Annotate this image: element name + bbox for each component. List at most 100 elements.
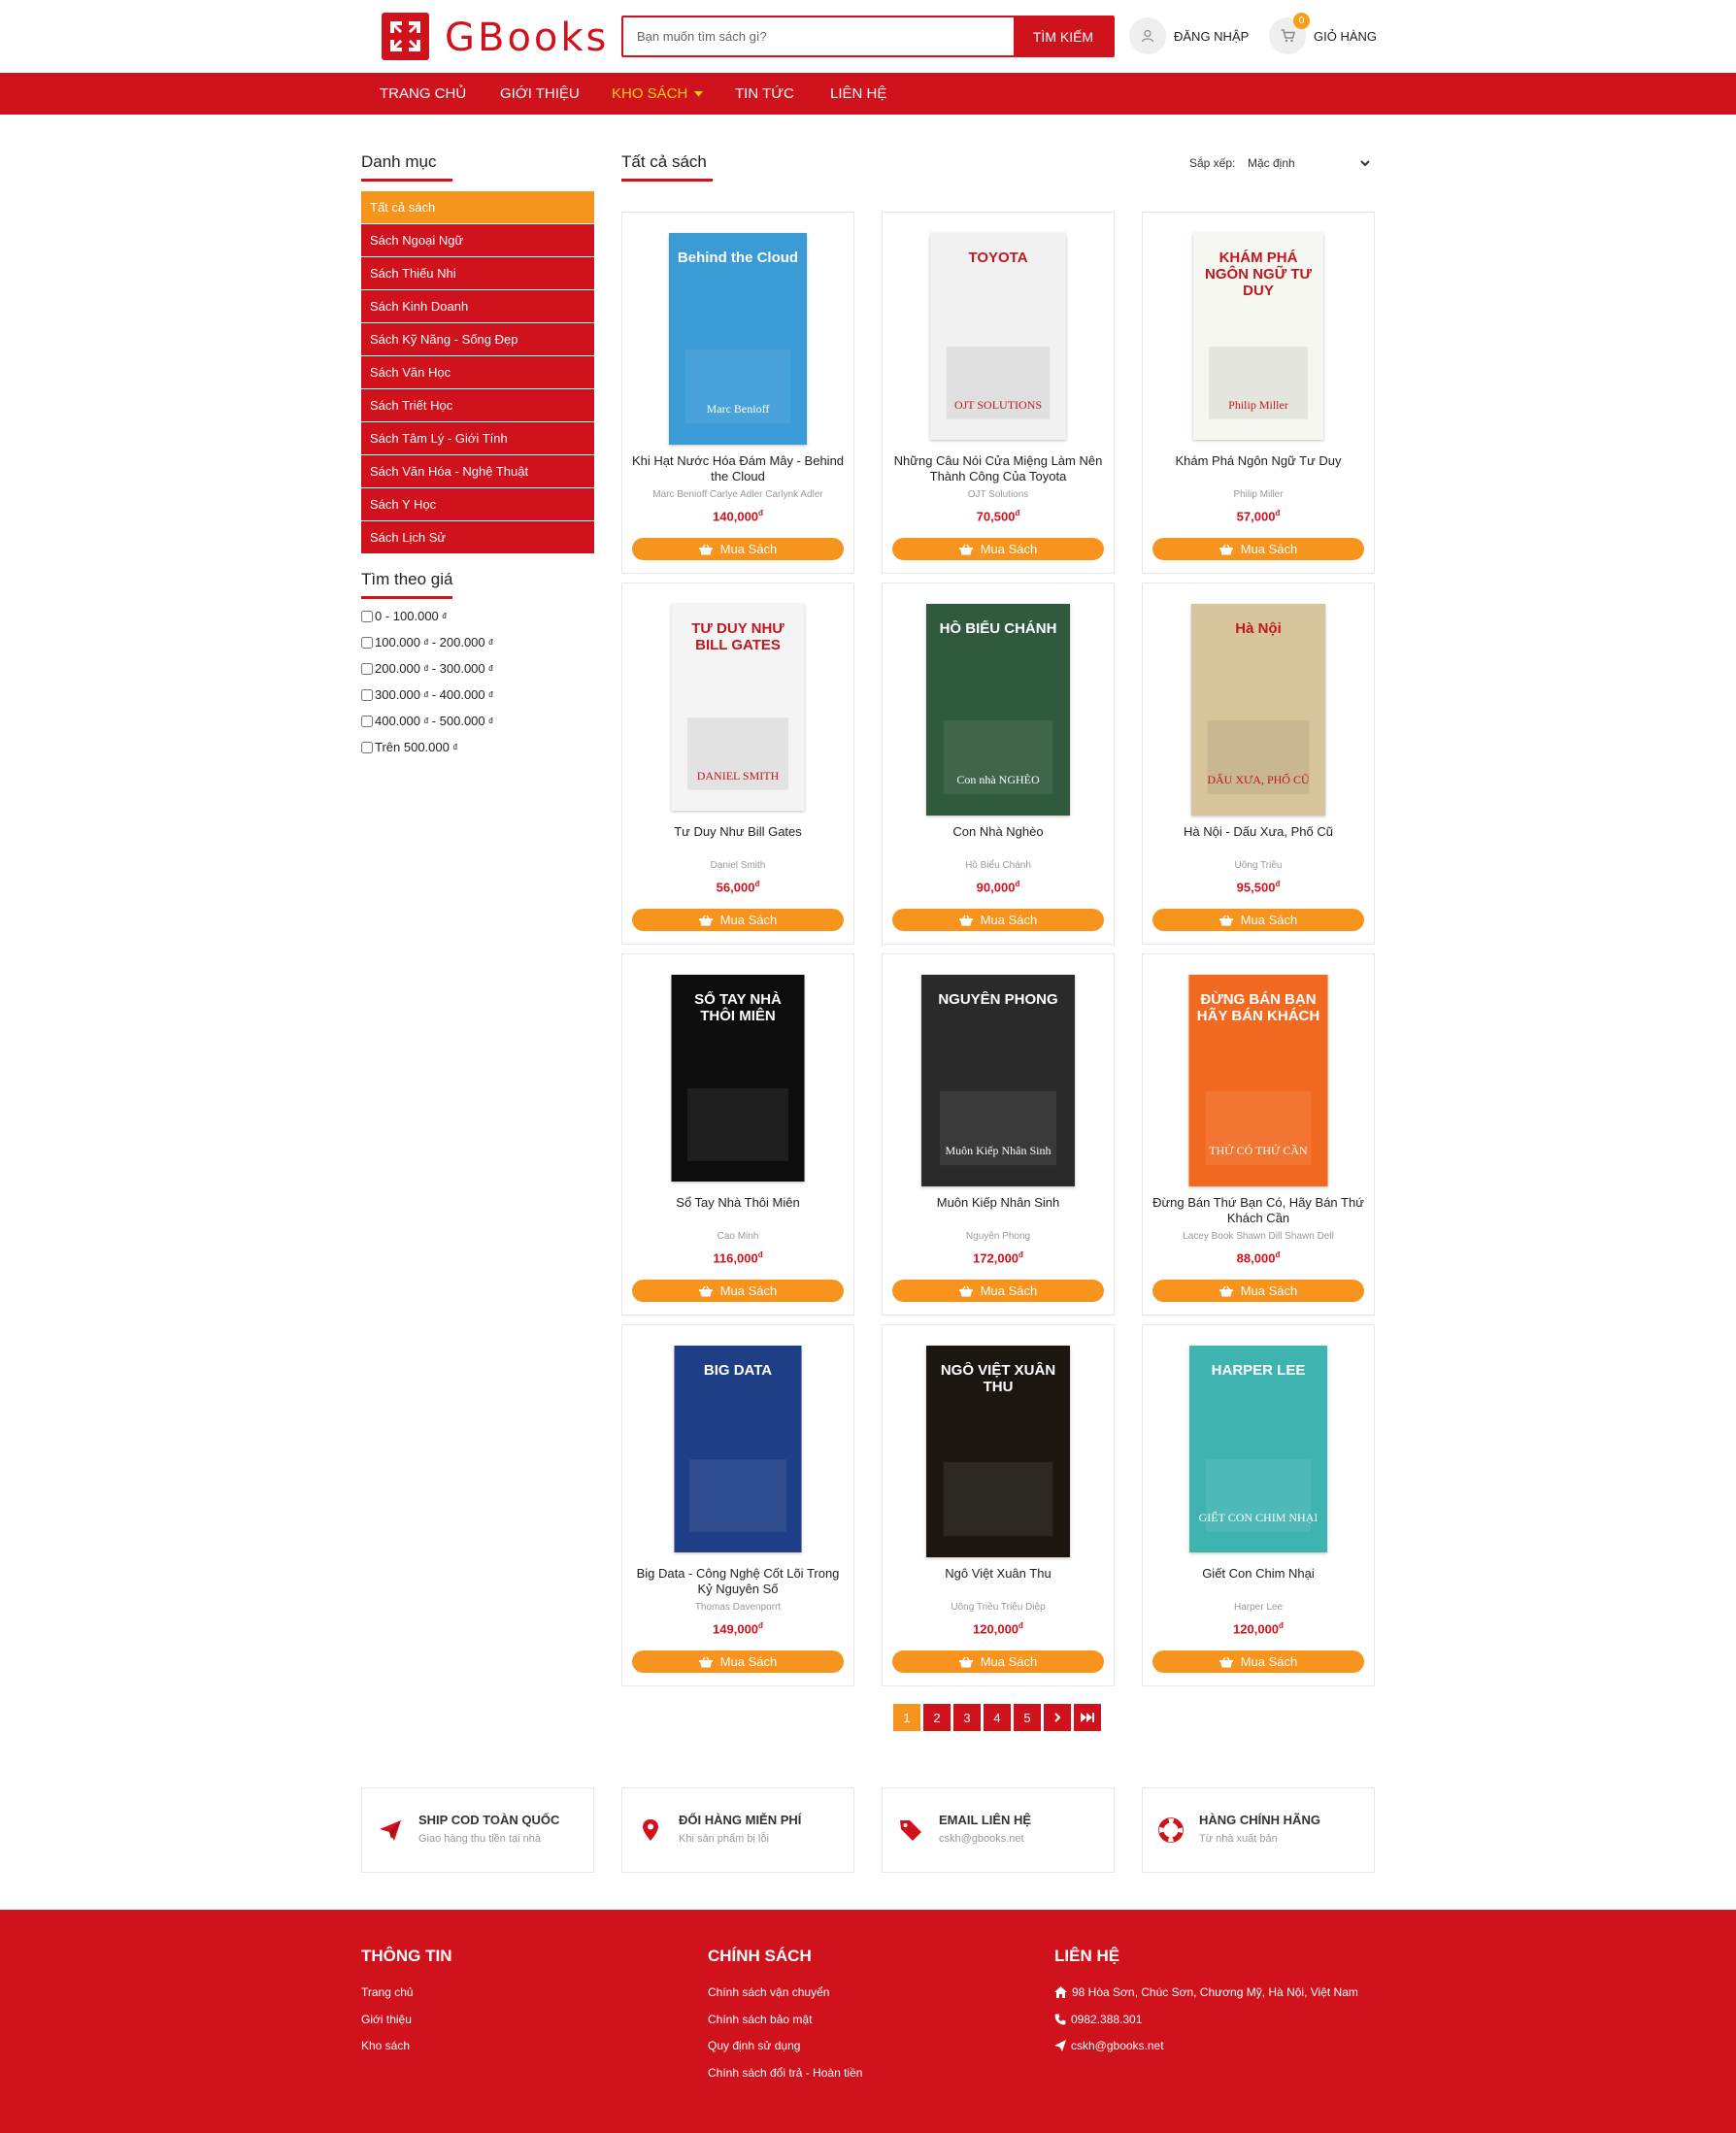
price-range-option[interactable]: 100.000 đ - 200.000 đ bbox=[361, 635, 493, 650]
product-card[interactable]: TOYOTA OJT SOLUTIONS Những Câu Nói Cửa Miệ… bbox=[882, 212, 1115, 574]
footer-link-shipping[interactable]: Chính sách vận chuyển bbox=[708, 1985, 829, 1999]
price-range-option[interactable]: Trên 500.000 đ bbox=[361, 740, 457, 754]
logo-text[interactable]: GBooks bbox=[445, 16, 609, 60]
product-card[interactable]: HỒ BIỂU CHÁNH Con nhà NGHÈO Con Nhà Nghèo H… bbox=[882, 583, 1115, 945]
nav-news[interactable]: TIN TỨC bbox=[735, 73, 794, 115]
product-title[interactable]: Hà Nội - Dấu Xưa, Phố Cũ bbox=[1151, 824, 1366, 840]
footer-policy-title: CHÍNH SÁCH bbox=[708, 1947, 812, 1965]
price-range-option[interactable]: 200.000 đ - 300.000 đ bbox=[361, 661, 493, 676]
book-cover-image[interactable]: NGÔ VIỆT XUÂN THU bbox=[926, 1346, 1070, 1557]
book-cover-image[interactable]: SỔ TAY NHÀ THÔI MIÊN bbox=[671, 975, 805, 1182]
buy-button[interactable]: Mua Sách bbox=[632, 1280, 844, 1302]
next-page-button[interactable] bbox=[1044, 1704, 1071, 1731]
buy-button[interactable]: Mua Sách bbox=[632, 538, 844, 560]
price-checkbox[interactable] bbox=[361, 662, 373, 675]
footer-link-refund[interactable]: Chính sách đổi trả - Hoàn tiền bbox=[708, 2066, 862, 2080]
product-card[interactable]: SỔ TAY NHÀ THÔI MIÊN Sổ Tay Nhà Thôi Miên… bbox=[621, 953, 854, 1316]
product-card[interactable]: Behind the Cloud Marc Benioff Khi Hạt Nước… bbox=[621, 212, 854, 574]
category-item[interactable]: Sách Lịch Sử bbox=[361, 521, 594, 553]
product-card[interactable]: NGÔ VIỆT XUÂN THU Ngô Việt Xuân Thu Uông T… bbox=[882, 1324, 1115, 1686]
book-cover-image[interactable]: KHÁM PHÁ NGÔN NGỮ TƯ DUY Philip Miller bbox=[1193, 233, 1323, 440]
product-card[interactable]: TƯ DUY NHƯ BILL GATES DANIEL SMITH Tư Duy … bbox=[621, 583, 854, 945]
buy-button[interactable]: Mua Sách bbox=[1152, 1650, 1364, 1673]
product-title[interactable]: Khám Phá Ngôn Ngữ Tư Duy bbox=[1151, 453, 1366, 469]
buy-button[interactable]: Mua Sách bbox=[892, 1650, 1104, 1673]
product-title[interactable]: Ngô Việt Xuân Thu bbox=[890, 1566, 1106, 1582]
price-range-option[interactable]: 0 - 100.000 đ bbox=[361, 609, 447, 623]
cart-button[interactable]: 0 GIỎ HÀNG bbox=[1269, 13, 1377, 54]
sort-select[interactable]: Mặc định bbox=[1244, 150, 1373, 176]
footer-link-books[interactable]: Kho sách bbox=[361, 2039, 410, 2052]
category-item[interactable]: Sách Y Học bbox=[361, 488, 594, 520]
footer-link-privacy[interactable]: Chính sách bảo mật bbox=[708, 2013, 812, 2026]
book-cover-image[interactable]: BIG DATA bbox=[674, 1346, 802, 1552]
category-item[interactable]: Sách Tâm Lý - Giới Tính bbox=[361, 422, 594, 454]
book-cover-image[interactable]: TOYOTA OJT SOLUTIONS bbox=[930, 233, 1066, 440]
buy-button[interactable]: Mua Sách bbox=[892, 538, 1104, 560]
page-2[interactable]: 2 bbox=[923, 1704, 951, 1731]
footer-email[interactable]: cskh@gbooks.net bbox=[1054, 2039, 1164, 2052]
book-cover-image[interactable]: HỒ BIỂU CHÁNH Con nhà NGHÈO bbox=[926, 604, 1070, 816]
product-card[interactable]: NGUYÊN PHONG Muôn Kiếp Nhân Sinh Muôn Kiếp… bbox=[882, 953, 1115, 1316]
footer-link-about[interactable]: Giới thiệu bbox=[361, 2013, 412, 2026]
price-checkbox[interactable] bbox=[361, 636, 373, 649]
product-card[interactable]: Hà Nội DẤU XƯA, PHỐ CŨ Hà Nội - Dấu Xưa, P… bbox=[1142, 583, 1375, 945]
nav-home[interactable]: TRANG CHỦ bbox=[380, 73, 466, 115]
nav-bookstore[interactable]: KHO SÁCH bbox=[612, 73, 703, 115]
buy-button[interactable]: Mua Sách bbox=[892, 1280, 1104, 1302]
page-1[interactable]: 1 bbox=[893, 1704, 920, 1731]
page-4[interactable]: 4 bbox=[984, 1704, 1011, 1731]
logo-icon[interactable] bbox=[382, 13, 429, 60]
category-item[interactable]: Sách Kỹ Năng - Sống Đẹp bbox=[361, 323, 594, 355]
buy-button[interactable]: Mua Sách bbox=[632, 1650, 844, 1673]
product-title[interactable]: Khi Hạt Nước Hóa Đám Mây - Behind the Cl… bbox=[630, 453, 846, 484]
footer-phone[interactable]: 0982.388.301 bbox=[1054, 2013, 1142, 2026]
buy-button[interactable]: Mua Sách bbox=[892, 909, 1104, 931]
book-cover-image[interactable]: TƯ DUY NHƯ BILL GATES DANIEL SMITH bbox=[671, 604, 805, 811]
footer-link-home[interactable]: Trang chủ bbox=[361, 1985, 414, 1999]
book-cover-image[interactable]: NGUYÊN PHONG Muôn Kiếp Nhân Sinh bbox=[921, 975, 1075, 1186]
nav-contact[interactable]: LIÊN HỆ bbox=[830, 73, 886, 115]
book-cover-image[interactable]: Behind the Cloud Marc Benioff bbox=[669, 233, 807, 445]
category-all[interactable]: Tất cả sách bbox=[361, 191, 594, 223]
book-cover-image[interactable]: HARPER LEE GIẾT CON CHIM NHẠI bbox=[1189, 1346, 1327, 1552]
book-cover-image[interactable]: ĐỪNG BÁN BẠN HÃY BÁN KHÁCH THỨ CÓ THỨ CẦN bbox=[1188, 975, 1328, 1186]
product-title[interactable]: Tư Duy Như Bill Gates bbox=[630, 824, 846, 840]
product-card[interactable]: BIG DATA Big Data - Công Nghệ Cốt Lõi Tro… bbox=[621, 1324, 854, 1686]
buy-button[interactable]: Mua Sách bbox=[632, 909, 844, 931]
price-checkbox[interactable] bbox=[361, 610, 373, 622]
product-title[interactable]: Những Câu Nói Cửa Miệng Làm Nên Thành Cô… bbox=[890, 453, 1106, 484]
search-input[interactable] bbox=[623, 17, 1014, 55]
page-5[interactable]: 5 bbox=[1014, 1704, 1041, 1731]
price-range-option[interactable]: 300.000 đ - 400.000 đ bbox=[361, 687, 493, 702]
price-checkbox[interactable] bbox=[361, 715, 373, 727]
page-3[interactable]: 3 bbox=[953, 1704, 981, 1731]
last-page-button[interactable] bbox=[1074, 1704, 1101, 1731]
login-button[interactable]: ĐĂNG NHẬP bbox=[1129, 17, 1249, 54]
category-item[interactable]: Sách Triết Học bbox=[361, 389, 594, 421]
buy-button[interactable]: Mua Sách bbox=[1152, 538, 1364, 560]
product-title[interactable]: Sổ Tay Nhà Thôi Miên bbox=[630, 1195, 846, 1211]
product-title[interactable]: Giết Con Chim Nhại bbox=[1151, 1566, 1366, 1582]
product-title[interactable]: Muôn Kiếp Nhân Sinh bbox=[890, 1195, 1106, 1211]
product-card[interactable]: ĐỪNG BÁN BẠN HÃY BÁN KHÁCH THỨ CÓ THỨ CẦN… bbox=[1142, 953, 1375, 1316]
product-title[interactable]: Con Nhà Nghèo bbox=[890, 824, 1106, 840]
product-title[interactable]: Big Data - Công Nghệ Cốt Lõi Trong Kỷ Ng… bbox=[630, 1566, 846, 1597]
price-checkbox[interactable] bbox=[361, 688, 373, 701]
product-card[interactable]: KHÁM PHÁ NGÔN NGỮ TƯ DUY Philip Miller Khá… bbox=[1142, 212, 1375, 574]
search-button[interactable]: TÌM KIẾM bbox=[1014, 17, 1113, 55]
footer-link-terms[interactable]: Quy định sử dụng bbox=[708, 2039, 800, 2052]
nav-about[interactable]: GIỚI THIỆU bbox=[500, 73, 580, 115]
category-item[interactable]: Sách Thiếu Nhi bbox=[361, 257, 594, 289]
category-item[interactable]: Sách Văn Học bbox=[361, 356, 594, 388]
product-title[interactable]: Đừng Bán Thứ Bạn Có, Hãy Bán Thứ Khách C… bbox=[1151, 1195, 1366, 1226]
product-card[interactable]: HARPER LEE GIẾT CON CHIM NHẠI Giết Con Chi… bbox=[1142, 1324, 1375, 1686]
buy-button[interactable]: Mua Sách bbox=[1152, 909, 1364, 931]
category-item[interactable]: Sách Kinh Doanh bbox=[361, 290, 594, 322]
category-item[interactable]: Sách Ngoại Ngữ bbox=[361, 224, 594, 256]
price-range-option[interactable]: 400.000 đ - 500.000 đ bbox=[361, 714, 493, 728]
book-cover-image[interactable]: Hà Nội DẤU XƯA, PHỐ CŨ bbox=[1191, 604, 1325, 816]
buy-button[interactable]: Mua Sách bbox=[1152, 1280, 1364, 1302]
price-checkbox[interactable] bbox=[361, 741, 373, 753]
category-item[interactable]: Sách Văn Hóa - Nghệ Thuật bbox=[361, 455, 594, 487]
